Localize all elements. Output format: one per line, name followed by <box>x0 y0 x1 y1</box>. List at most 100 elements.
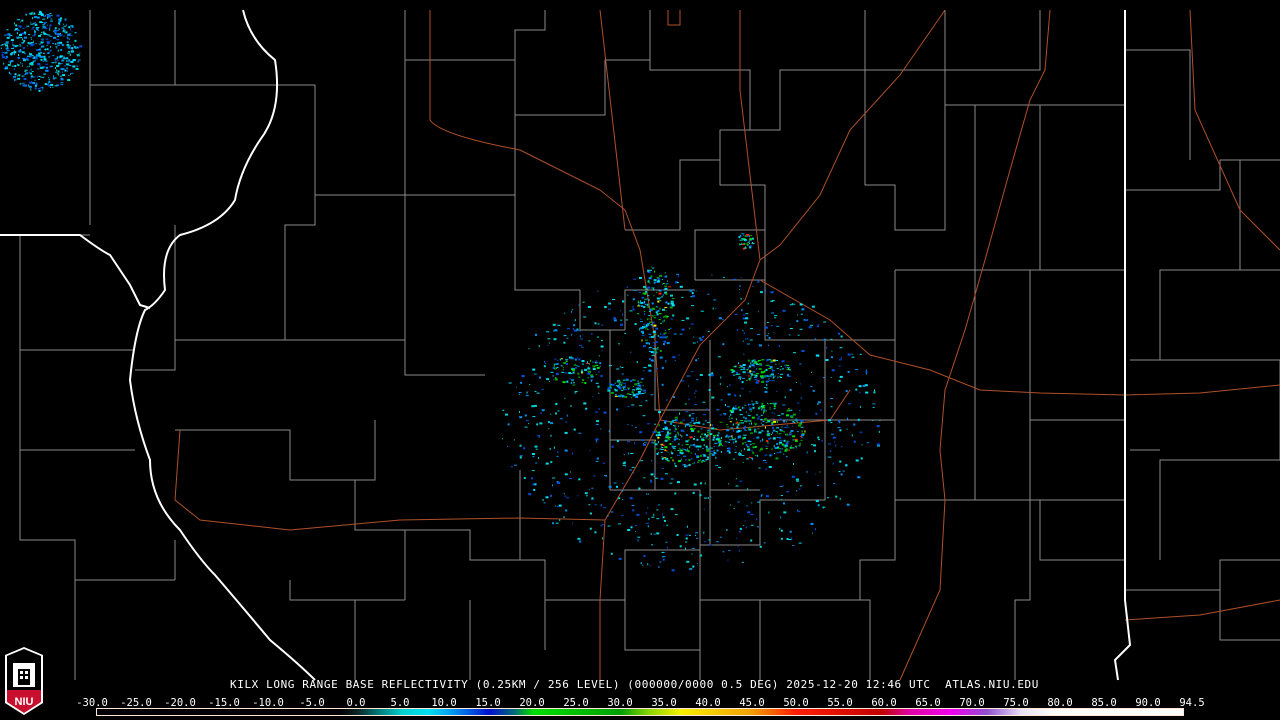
echo-pixel <box>639 405 642 406</box>
echo-pixel <box>792 426 793 427</box>
echo-pixel <box>57 45 60 46</box>
echo-pixel <box>839 429 841 431</box>
echo-pixel <box>660 317 661 318</box>
echo-pixel <box>695 397 696 398</box>
echo-pixel <box>839 359 842 360</box>
county-boundaries <box>20 10 1280 680</box>
echo-pixel <box>584 369 587 371</box>
echo-pixel <box>650 275 652 277</box>
echo-pixel <box>692 566 694 568</box>
echo-pixel <box>50 24 52 26</box>
echo-pixel <box>564 493 565 494</box>
echo-pixel <box>751 377 752 379</box>
echo-pixel <box>25 27 26 28</box>
echo-pixel <box>42 87 43 89</box>
echo-pixel <box>832 369 835 371</box>
echo-pixel <box>761 381 764 383</box>
echo-pixel <box>557 451 558 453</box>
echo-pixel <box>609 365 612 366</box>
echo-pixel <box>726 442 729 443</box>
echo-pixel <box>691 453 692 454</box>
echo-pixel <box>831 406 833 407</box>
echo-pixel <box>70 54 71 56</box>
echo-pixel <box>591 497 593 499</box>
echo-pixel <box>70 74 71 75</box>
echo-pixel <box>768 333 769 334</box>
echo-pixel <box>20 62 21 63</box>
echo-pixel <box>771 369 773 370</box>
echo-pixel <box>831 339 833 340</box>
echo-pixel <box>596 440 597 442</box>
echo-pixel <box>508 423 510 425</box>
echo-pixel <box>77 54 80 55</box>
echo-pixel <box>779 363 780 364</box>
echo-pixel <box>599 362 601 364</box>
echo-pixel <box>805 319 808 321</box>
echo-pixel <box>690 425 692 427</box>
echo-pixel <box>662 367 664 369</box>
echo-pixel <box>782 368 784 369</box>
echo-pixel <box>768 359 771 360</box>
echo-pixel <box>48 70 49 72</box>
echo-pixel <box>739 289 740 290</box>
echo-pixel <box>551 435 552 437</box>
echo-pixel <box>41 47 42 48</box>
echo-pixel <box>717 450 719 452</box>
echo-pixel <box>775 360 778 361</box>
echo-pixel <box>595 361 597 362</box>
echo-pixel <box>650 366 652 367</box>
echo-pixel <box>785 447 787 448</box>
echo-pixel <box>734 508 735 509</box>
echo-pixel <box>672 298 675 299</box>
echo-pixel <box>609 385 611 387</box>
echo-pixel <box>19 34 22 36</box>
echo-pixel <box>574 392 576 393</box>
echo-pixel <box>648 494 649 495</box>
echo-pixel <box>620 320 622 321</box>
echo-pixel <box>630 497 633 499</box>
echo-pixel <box>552 484 553 486</box>
echo-pixel <box>766 384 767 386</box>
echo-pixel <box>78 60 81 61</box>
echo-pixel <box>694 393 695 394</box>
echo-pixel <box>774 317 776 318</box>
echo-pixel <box>664 288 667 290</box>
echo-pixel <box>709 452 711 453</box>
echo-pixel <box>666 318 667 319</box>
echo-pixel <box>741 277 742 278</box>
echo-pixel <box>662 336 665 338</box>
echo-pixel <box>706 437 708 438</box>
echo-pixel <box>656 311 658 313</box>
echo-pixel <box>685 548 686 550</box>
echo-pixel <box>636 388 637 390</box>
echo-pixel <box>519 416 522 418</box>
echo-pixel <box>729 416 730 417</box>
echo-pixel <box>695 535 696 536</box>
echo-pixel <box>656 518 659 519</box>
echo-pixel <box>768 512 769 514</box>
echo-pixel <box>823 377 825 378</box>
echo-pixel <box>760 291 763 293</box>
echo-pixel <box>711 397 714 399</box>
echo-pixel <box>572 523 573 524</box>
echo-pixel <box>7 29 9 30</box>
echo-pixel <box>583 317 586 318</box>
echo-pixel <box>502 410 504 411</box>
echo-pixel <box>520 455 523 456</box>
echo-pixel <box>35 85 37 87</box>
echo-pixel <box>804 431 805 433</box>
echo-pixel <box>681 459 682 460</box>
echo-pixel <box>653 431 656 433</box>
echo-pixel <box>640 327 643 329</box>
echo-pixel <box>622 490 623 492</box>
echo-pixel <box>56 86 57 87</box>
echo-pixel <box>700 459 701 460</box>
echo-pixel <box>740 414 743 415</box>
echo-pixel <box>652 324 653 326</box>
echo-pixel <box>787 369 789 370</box>
echo-pixel <box>633 393 634 394</box>
echo-pixel <box>564 496 566 497</box>
echo-pixel <box>519 392 522 393</box>
echo-pixel <box>640 460 643 461</box>
echo-pixel <box>535 334 537 336</box>
